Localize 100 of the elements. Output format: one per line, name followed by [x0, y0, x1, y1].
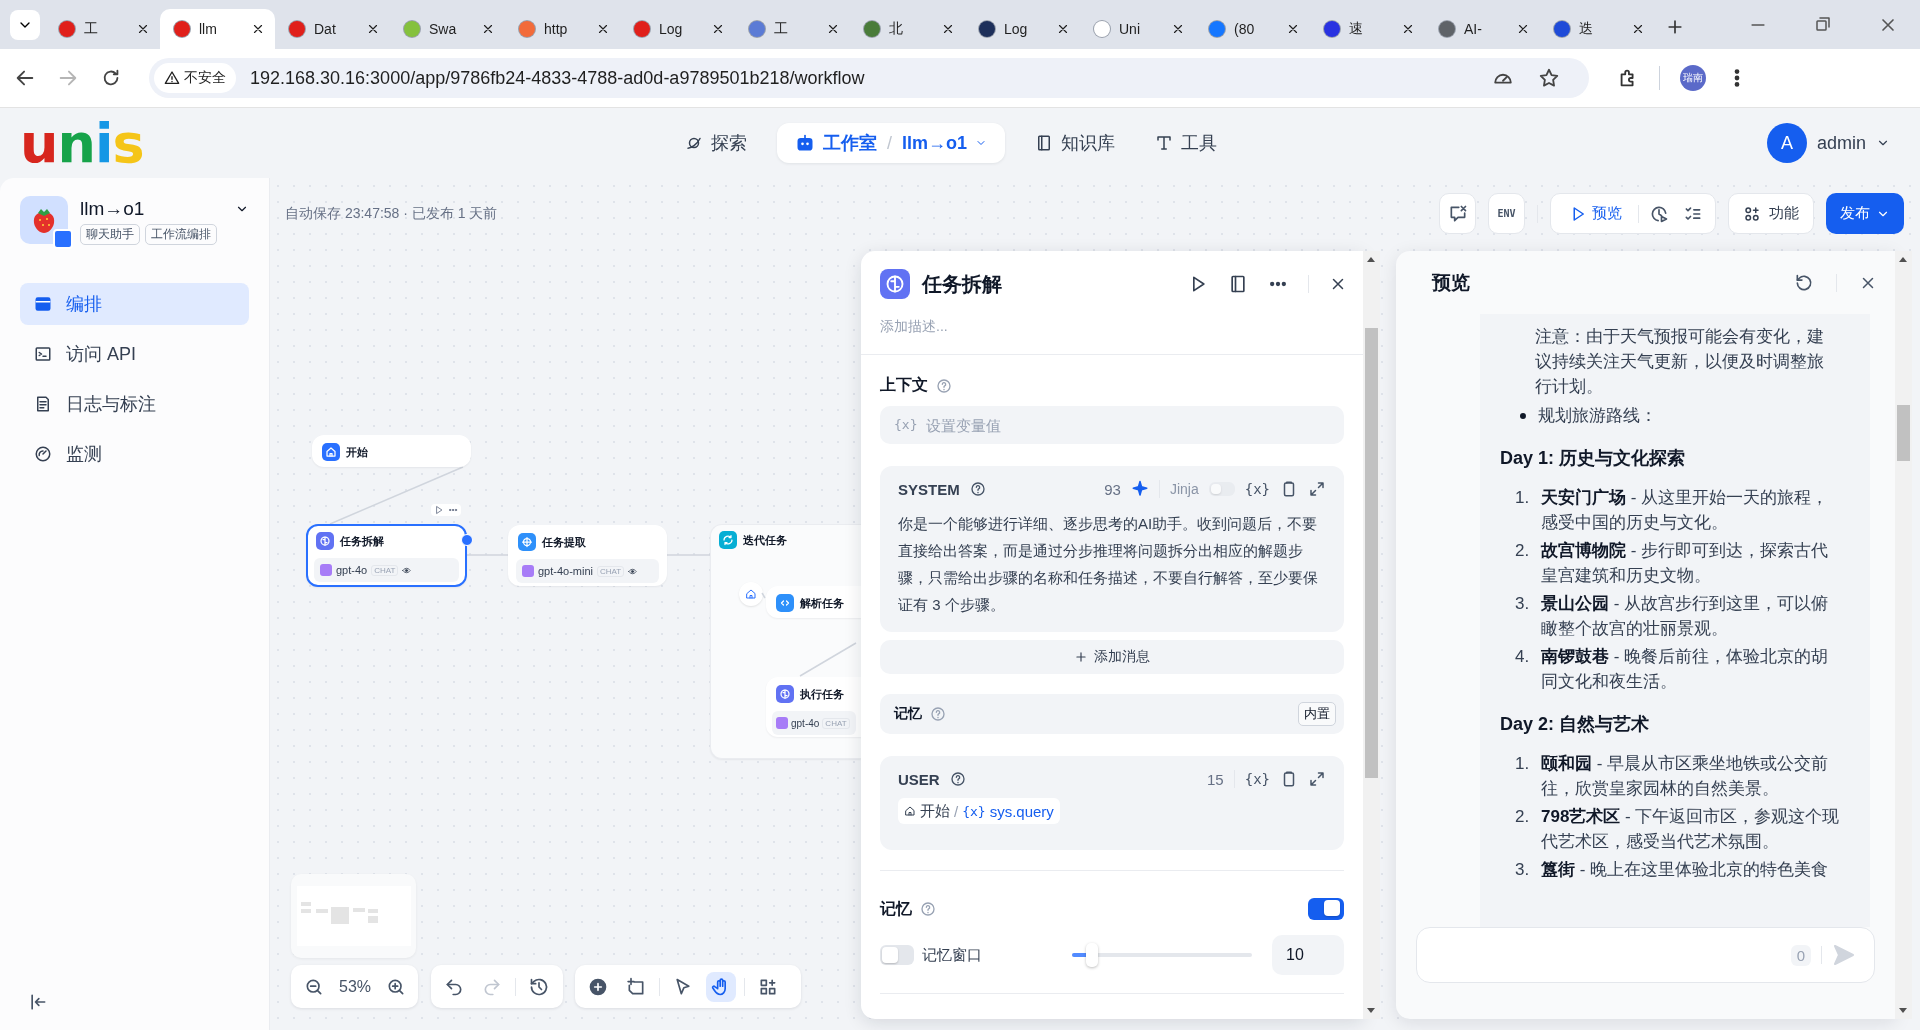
sidebar-item[interactable]: 日志与标注 — [20, 383, 249, 425]
description-field[interactable]: 添加描述... — [880, 318, 1320, 334]
user-menu[interactable]: A admin — [1760, 122, 1896, 164]
browser-tab[interactable]: Log — [620, 9, 735, 49]
publish-button[interactable]: 发布 — [1826, 193, 1904, 234]
list-number: 2. — [1515, 540, 1531, 562]
node-name: 开始 — [920, 801, 950, 821]
app-name: llm→o1 — [80, 198, 145, 220]
prompt-editor[interactable]: USER 15 {x} 开始 / {x} sys.query — [880, 756, 1344, 850]
section-label: 上下文 — [880, 375, 928, 395]
sidebar-item[interactable]: 监测 — [20, 433, 249, 475]
list-item-text: 天安门广场 - 从这里开始一天的旅程，感受中国的历史与文化。 — [1541, 487, 1830, 534]
browser-tab[interactable]: Log — [965, 9, 1080, 49]
message-heading: Day 2: 自然与艺术 — [1500, 713, 1651, 736]
browser-tab[interactable]: 速 — [1310, 9, 1425, 49]
model-name: gpt-4o — [791, 717, 820, 729]
browser-tab[interactable]: 工 — [45, 9, 160, 49]
mode-badge: CHAT — [597, 565, 625, 577]
app-tag: 聊天助手 — [80, 224, 140, 245]
node-title: 执行任务 — [800, 686, 844, 702]
workflow-node[interactable]: 任务提取 gpt-4o-mini CHAT — [508, 525, 667, 586]
nav-tab[interactable]: 知识库 — [1015, 123, 1136, 163]
save-status: 自动保存 23:47:58 · 已发布 1 天前 — [285, 204, 498, 223]
zoom-level: 53% — [338, 977, 373, 996]
char-count: 0 — [1790, 944, 1811, 966]
list-number: 3. — [1515, 859, 1531, 881]
app-tag: 工作流编排 — [145, 224, 217, 245]
mode-badge: CHAT — [371, 564, 399, 576]
url-text: 192.168.30.16:3000/app/9786fb24-4833-4788-ad0d-a9789501b218/workflow — [250, 67, 865, 89]
list-number: 4. — [1515, 646, 1531, 668]
workflow-node[interactable]: 开始 — [312, 435, 471, 467]
list-number: 1. — [1515, 487, 1531, 509]
role-label: SYSTEM — [898, 480, 960, 498]
logo: unis — [20, 111, 145, 175]
node-title: 任务拆解 — [340, 533, 384, 549]
features-button[interactable]: 功能 — [1728, 193, 1814, 234]
mode-badge: CHAT — [822, 717, 850, 729]
list-item-text: 景山公园 - 从故宫步行到这里，可以俯瞰整个故宫的壮丽景观。 — [1541, 593, 1830, 640]
list-number: 1. — [1515, 753, 1531, 775]
node-title: 解析任务 — [800, 595, 844, 611]
user-avatar: A — [1766, 123, 1807, 163]
message-heading: Day 1: 历史与文化探索 — [1500, 447, 1687, 470]
sidebar-item[interactable]: 访问 API — [20, 333, 249, 375]
list-number: 3. — [1515, 593, 1531, 615]
panel-title: 任务拆解 — [922, 271, 1003, 297]
model-name: gpt-4o — [336, 564, 368, 576]
node-title: 任务提取 — [542, 534, 586, 550]
env-button[interactable]: ENV — [1488, 193, 1525, 234]
toggle-label: 记忆窗口 — [922, 945, 982, 965]
variable-name: sys.query — [989, 802, 1054, 820]
browser-tab[interactable]: 迭 — [1540, 9, 1655, 49]
variable-insert-icon[interactable]: {x} — [1244, 771, 1270, 787]
variable-icon: {x} — [962, 803, 986, 819]
browser-tab[interactable]: (80 — [1195, 9, 1310, 49]
workflow-node[interactable]: 执行任务 gpt-4o CHAT — [766, 677, 862, 737]
prompt-editor[interactable]: SYSTEM 93 Jinja {x} 你是一个能够进行详细、逐步思考的AI助手。收到问题后，不要直接给出答案，而是通过分步推理将问题拆分出相应的解题步骤，只需给出步骤的名称和任务描述，不要自行解答，至少要保证有 3 个步骤。 — [880, 466, 1344, 632]
number-field[interactable]: 10 — [1272, 935, 1344, 975]
address-bar[interactable]: 不安全 192.168.30.16:3000/app/9786fb24-4833-4788-ad0d-a9789501b218/workflow — [149, 58, 1589, 98]
app-switcher[interactable]: llm→o1 — [892, 123, 998, 163]
nav-tab[interactable]: 工作室 — [785, 123, 887, 163]
jinja-label: Jinja — [1169, 481, 1199, 497]
add-message-button[interactable]: 添加消息 — [880, 640, 1344, 674]
browser-tab[interactable]: Dat — [275, 9, 390, 49]
separator-text: / — [887, 132, 892, 154]
workflow-node[interactable]: 解析任务 — [766, 586, 862, 618]
node-title: 开始 — [346, 444, 368, 460]
list-item-text: 798艺术区 - 下午返回市区，参观这个现代艺术区，感受当代艺术氛围。 — [1541, 806, 1840, 853]
browser-tab[interactable]: 工 — [735, 9, 850, 49]
section-label: 记忆 — [894, 705, 922, 723]
prompt-text: 你是一个能够进行详细、逐步思考的AI助手。收到问题后，不要直接给出答案，而是通过分步推理将问题拆分出相应的解题步骤，只需给出步骤的名称和任务描述，不要自行解答，至少要保证有 3 个步骤。 — [898, 514, 1319, 615]
browser-tab[interactable]: llm — [160, 9, 275, 49]
separator-text: / — [954, 802, 959, 820]
security-chip[interactable]: 不安全 — [154, 63, 236, 93]
nav-tab[interactable]: 探索 — [665, 123, 767, 163]
workflow-node[interactable]: 迭代任务 解析任务 执行任务 gpt-4o CHAT — [710, 524, 861, 759]
variable-insert-icon[interactable]: {x} — [1244, 481, 1270, 497]
nav-tab[interactable]: 工具 — [1135, 123, 1238, 163]
model-chip[interactable]: gpt-4o-mini CHAT — [516, 559, 659, 583]
preview-button[interactable]: 预览 — [1559, 204, 1632, 223]
model-chip[interactable]: gpt-4o CHAT — [772, 711, 856, 735]
model-chip[interactable]: gpt-4o CHAT — [314, 558, 459, 582]
workflow-node[interactable]: 任务拆解 gpt-4o CHAT — [306, 524, 467, 587]
browser-tab[interactable]: Swa — [390, 9, 505, 49]
browser-tab[interactable]: http — [505, 9, 620, 49]
list-item-text: 南锣鼓巷 - 晚餐后前往，体验北京的胡同文化和夜生活。 — [1541, 646, 1830, 693]
memory-badge: 内置 — [1298, 702, 1336, 726]
token-count: 15 — [1207, 770, 1224, 788]
node-title: 迭代任务 — [743, 532, 787, 548]
browser-tab[interactable]: Uni — [1080, 9, 1195, 49]
profile-avatar[interactable]: 瑞南 — [1680, 65, 1706, 91]
variable-tag[interactable]: 开始 / {x} sys.query — [898, 798, 1060, 824]
token-count: 93 — [1104, 480, 1121, 498]
browser-tab[interactable]: AI- — [1425, 9, 1540, 49]
list-item-text: 规划旅游路线： — [1538, 405, 1657, 427]
list-item-text: 故宫博物院 - 步行即可到达，探索古代皇宫建筑和历史文物。 — [1541, 540, 1830, 587]
section-label: 记忆 — [880, 898, 912, 919]
role-label: USER — [898, 770, 940, 788]
browser-tab[interactable]: 北 — [850, 9, 965, 49]
list-number: 2. — [1515, 806, 1531, 828]
sidebar-item[interactable]: 编排 — [20, 283, 249, 325]
